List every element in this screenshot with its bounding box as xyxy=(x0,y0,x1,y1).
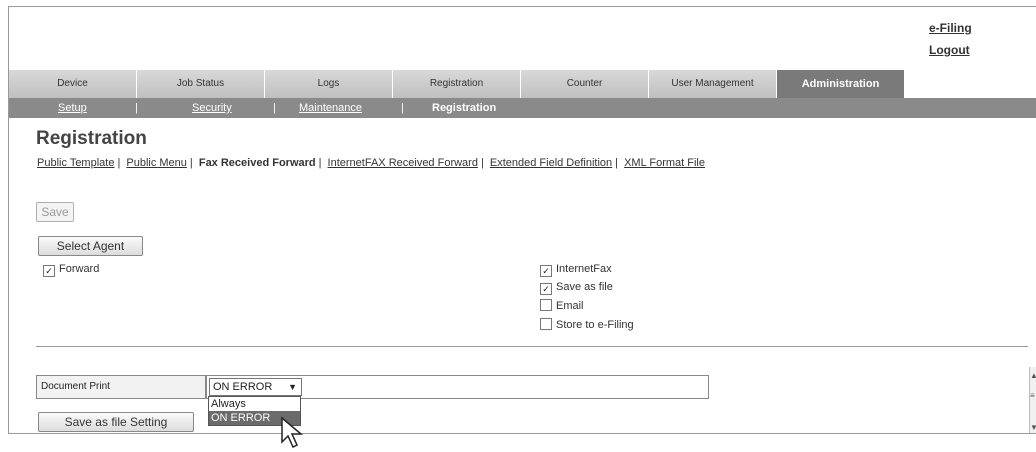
tab-device[interactable]: Device xyxy=(9,70,137,98)
tab-logs[interactable]: Logs xyxy=(265,70,393,98)
section-divider xyxy=(36,346,1028,347)
page-title: Registration xyxy=(36,128,147,149)
document-print-label: Document Print xyxy=(36,375,206,399)
subnav-setup[interactable]: Setup xyxy=(58,98,87,118)
link-separator: | xyxy=(189,157,193,169)
main-tab-bar: Device Job Status Logs Registration Coun… xyxy=(9,70,1036,98)
link-separator: | xyxy=(318,157,322,169)
empty-checkbox-icon xyxy=(540,318,552,330)
internetfax-label: InternetFax xyxy=(556,263,612,275)
link-extended-field-definition[interactable]: Extended Field Definition xyxy=(490,157,612,169)
option-always[interactable]: Always xyxy=(209,397,300,411)
save-as-file-checkbox[interactable]: ✓ Save as file xyxy=(540,280,613,295)
subnav-maintenance[interactable]: Maintenance xyxy=(299,98,362,118)
link-public-menu[interactable]: Public Menu xyxy=(126,157,187,169)
select-agent-button[interactable]: Select Agent xyxy=(38,236,143,256)
store-to-efiling-label: Store to e-Filing xyxy=(556,319,634,331)
logout-link[interactable]: Logout xyxy=(929,39,972,61)
link-public-template[interactable]: Public Template xyxy=(37,157,114,169)
check-icon: ✓ xyxy=(43,265,55,277)
link-xml-format-file[interactable]: XML Format File xyxy=(624,157,705,169)
document-print-selected: ON ERROR xyxy=(213,381,273,393)
tab-counter[interactable]: Counter xyxy=(521,70,649,98)
browser-frame: e-Filing Logout Device Job Status Logs R… xyxy=(8,6,1036,434)
save-as-file-setting-button[interactable]: Save as file Setting xyxy=(38,412,194,432)
sub-nav-bar: Setup | Security | Maintenance | Registr… xyxy=(9,98,1036,118)
chevron-down-icon: ▼ xyxy=(288,382,297,392)
tab-registration[interactable]: Registration xyxy=(393,70,521,98)
internetfax-checkbox[interactable]: ✓ InternetFax xyxy=(540,262,612,277)
section-links: Public Template | Public Menu | Fax Receiv… xyxy=(37,157,705,169)
link-fax-received-forward: Fax Received Forward xyxy=(198,157,316,169)
forward-label: Forward xyxy=(59,263,100,275)
forward-checkbox[interactable]: ✓ Forward xyxy=(43,262,99,277)
subnav-separator: | xyxy=(401,102,404,114)
check-icon: ✓ xyxy=(540,265,552,277)
tab-administration[interactable]: Administration xyxy=(777,70,905,98)
link-internetfax-received-forward[interactable]: InternetFAX Received Forward xyxy=(328,157,478,169)
empty-checkbox-icon xyxy=(540,299,552,311)
link-separator: | xyxy=(117,157,121,169)
link-separator: | xyxy=(615,157,619,169)
mouse-cursor-icon xyxy=(281,416,304,449)
tab-job-status[interactable]: Job Status xyxy=(137,70,265,98)
email-checkbox[interactable]: Email xyxy=(540,299,584,313)
store-to-efiling-checkbox[interactable]: Store to e-Filing xyxy=(540,318,634,332)
scroll-up-icon: ▲ xyxy=(1030,371,1036,380)
subnav-separator: | xyxy=(273,102,276,114)
document-print-select[interactable]: ON ERROR ▼ xyxy=(209,378,302,396)
save-as-file-label: Save as file xyxy=(556,281,613,293)
tab-user-management[interactable]: User Management xyxy=(649,70,777,98)
scrollbar[interactable]: ▲ ≡ ▼ xyxy=(1029,367,1036,433)
check-icon: ✓ xyxy=(540,283,552,295)
subnav-security[interactable]: Security xyxy=(192,98,232,118)
top-links: e-Filing Logout xyxy=(929,17,972,61)
scroll-down-icon: ▼ xyxy=(1030,423,1036,432)
efiling-link[interactable]: e-Filing xyxy=(929,17,972,39)
subnav-registration[interactable]: Registration xyxy=(432,98,496,118)
email-label: Email xyxy=(556,300,584,312)
save-button[interactable]: Save xyxy=(36,202,74,222)
scroll-thumb-icon: ≡ xyxy=(1030,391,1035,400)
link-separator: | xyxy=(480,157,484,169)
subnav-separator: | xyxy=(135,102,138,114)
